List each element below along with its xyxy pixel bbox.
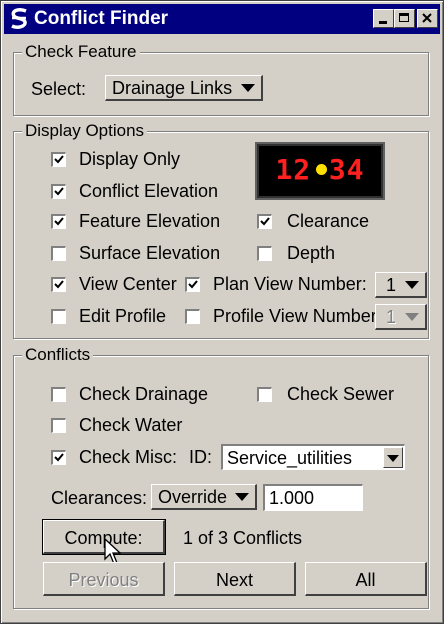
chevron-down-icon [241,84,255,92]
checkmark-icon [54,187,64,196]
plan-view-number-value: 1 [386,275,397,295]
display-options-legend: Display Options [22,121,148,141]
maximize-icon [399,13,409,22]
chevron-down-icon [405,281,419,289]
checkmark-icon [54,280,64,289]
edit-profile-label: Edit Profile [79,306,167,326]
conflict-finder-window: Conflict Finder Check Feature Select: Dr… [0,0,444,624]
plan-view-number-dropdown[interactable]: 1 [375,272,427,298]
title-bar[interactable]: Conflict Finder [4,4,440,34]
minimize-icon [379,21,387,24]
feature-select-dropdown[interactable]: Drainage Links [105,75,263,101]
id-combo[interactable]: Service_utilities [221,444,405,470]
checkmark-icon [54,155,64,164]
display-only-label: Display Only [79,149,181,169]
check-feature-legend: Check Feature [22,42,140,62]
clearance-checkbox[interactable] [257,214,272,229]
id-combo-value: Service_utilities [227,448,353,468]
conflict-status-text: 1 of 3 Conflicts [183,528,303,548]
checkmark-icon [54,217,64,226]
next-button-label: Next [215,570,253,590]
check-drainage-label: Check Drainage [79,384,209,404]
profile-view-number-checkbox[interactable] [185,309,200,324]
checkmark-icon [54,453,64,462]
view-center-checkbox[interactable] [51,277,66,292]
close-button[interactable] [417,9,438,28]
clock-dot-icon [316,164,327,175]
all-button[interactable]: All [305,562,427,596]
chevron-down-icon[interactable] [383,447,403,468]
clearances-value-input[interactable]: 1.000 [263,484,363,511]
check-misc-label: Check Misc: [79,447,178,467]
chevron-down-icon [405,313,419,321]
app-logo-icon [11,8,27,29]
conflict-elevation-label: Conflict Elevation [79,181,219,201]
display-only-checkbox[interactable] [51,152,66,167]
id-label: ID: [189,447,213,467]
depth-checkbox[interactable] [257,246,272,261]
checkmark-icon [260,217,270,226]
clearances-mode-dropdown[interactable]: Override [151,484,257,510]
edit-profile-checkbox[interactable] [51,309,66,324]
next-button[interactable]: Next [174,562,296,596]
surface-elevation-label: Surface Elevation [79,243,221,263]
all-button-label: All [355,570,376,590]
check-drainage-checkbox[interactable] [51,387,66,402]
clearance-label: Clearance [287,211,370,231]
surface-elevation-checkbox[interactable] [51,246,66,261]
clearances-mode-value: Override [158,487,228,507]
conflicts-legend: Conflicts [22,345,94,365]
previous-button-label: Previous [68,570,139,590]
minimize-button[interactable] [373,9,394,28]
profile-view-number-label: Profile View Number: [213,306,382,326]
plan-view-number-label: Plan View Number: [213,274,367,294]
feature-elevation-checkbox[interactable] [51,214,66,229]
clearances-label: Clearances: [51,488,148,508]
clearances-value-text: 1.000 [269,488,315,508]
feature-elevation-label: Feature Elevation [79,211,221,231]
depth-label: Depth [287,243,336,263]
check-sewer-label: Check Sewer [287,384,395,404]
profile-view-number-value: 1 [386,307,397,327]
plan-view-number-checkbox[interactable] [185,277,200,292]
check-water-label: Check Water [79,415,183,435]
check-water-checkbox[interactable] [51,418,66,433]
view-center-label: View Center [79,274,177,294]
check-sewer-checkbox[interactable] [257,387,272,402]
checkmark-icon [188,280,198,289]
close-icon [422,13,432,23]
feature-select-value: Drainage Links [112,78,233,98]
window-title: Conflict Finder [34,8,169,29]
maximize-button[interactable] [394,9,415,28]
check-misc-checkbox[interactable] [51,450,66,465]
previous-button[interactable]: Previous [43,562,165,596]
select-label: Select: [31,79,87,99]
conflict-elevation-checkbox[interactable] [51,184,66,199]
clock-display: 12 34 [255,142,385,200]
chevron-down-icon [235,493,249,501]
profile-view-number-dropdown[interactable]: 1 [375,304,427,330]
